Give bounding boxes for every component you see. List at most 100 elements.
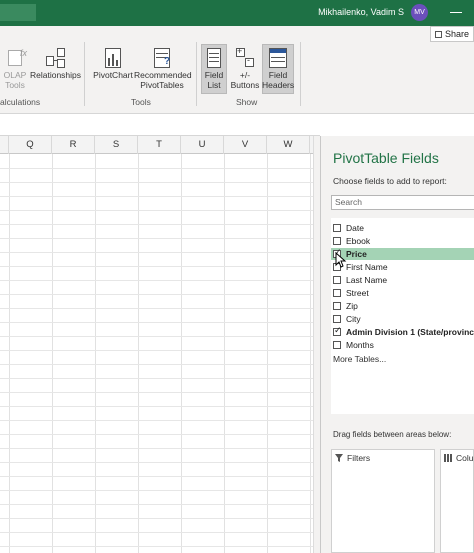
grid-line <box>0 448 313 449</box>
grid-line <box>0 476 313 477</box>
grid-line <box>0 322 313 323</box>
quick-access-area[interactable] <box>0 4 36 21</box>
field-label: Months <box>346 340 374 350</box>
field-list: Date Ebook ✓ Price First Name Last Name … <box>331 218 474 414</box>
field-item-first-name[interactable]: First Name <box>331 261 474 273</box>
olap-tools-label: Tools <box>5 80 25 90</box>
spreadsheet-grid[interactable]: Q R S T U V W <box>0 136 313 553</box>
field-item-last-name[interactable]: Last Name <box>331 274 474 286</box>
field-label: City <box>346 314 361 324</box>
field-search-input[interactable]: Search <box>331 195 474 210</box>
field-list-label-1: Field <box>204 70 224 80</box>
column-header-v[interactable]: V <box>224 136 267 154</box>
columns-area[interactable]: Colu <box>440 449 474 553</box>
column-header-w[interactable]: W <box>267 136 310 154</box>
relationships-button[interactable]: Relationships <box>30 48 82 80</box>
pivotchart-button[interactable]: PivotChart <box>92 48 134 80</box>
share-label: Share <box>445 29 470 39</box>
field-checkbox[interactable] <box>333 237 341 245</box>
field-checkbox[interactable] <box>333 224 341 232</box>
field-headers-button[interactable]: Field Headers <box>262 48 294 90</box>
group-separator <box>84 42 85 106</box>
grid-line <box>0 294 313 295</box>
columns-header: Colu <box>444 453 473 463</box>
title-bar: Mikhailenko, Vadim S MV <box>0 0 474 26</box>
field-checkbox[interactable] <box>333 302 341 310</box>
field-item-street[interactable]: Street <box>331 287 474 299</box>
grid-line <box>0 364 313 365</box>
plus-minus-icon: + - <box>234 46 256 68</box>
column-header-q[interactable]: Q <box>9 136 52 154</box>
grid-line <box>0 350 313 351</box>
grid-line <box>0 462 313 463</box>
pane-subtitle: Choose fields to add to report: <box>333 176 447 186</box>
headers-label-1: Field <box>268 70 288 80</box>
columns-label: Colu <box>456 453 474 463</box>
columns-icon <box>444 454 452 462</box>
buttons-label-2: Buttons <box>230 80 260 90</box>
buttons-label-1: +/- <box>239 70 251 80</box>
grid-line <box>0 182 313 183</box>
plus-minus-buttons-button[interactable]: + - +/- Buttons <box>229 46 261 90</box>
headers-label-2: Headers <box>262 80 295 90</box>
field-item-date[interactable]: Date <box>331 222 474 234</box>
user-avatar[interactable]: MV <box>411 4 428 21</box>
field-label: Last Name <box>346 275 388 285</box>
share-button[interactable]: Share <box>430 26 474 42</box>
grid-line <box>310 154 311 553</box>
grid-line <box>0 266 313 267</box>
column-header-partial[interactable] <box>0 136 9 154</box>
field-label: Ebook <box>346 236 371 246</box>
grid-line <box>224 154 225 553</box>
field-item-admin-division[interactable]: ✓ Admin Division 1 (State/province/o <box>331 325 474 338</box>
grid-line <box>0 238 313 239</box>
field-checkbox[interactable] <box>333 341 341 349</box>
recommended-label-2: PivotTables <box>140 80 184 90</box>
field-item-zip[interactable]: Zip <box>331 300 474 312</box>
column-header-u[interactable]: U <box>181 136 224 154</box>
group-separator <box>300 42 301 106</box>
column-headers: Q R S T U V W <box>0 136 313 154</box>
grid-line <box>0 336 313 337</box>
grid-line <box>95 154 96 553</box>
field-label: Price <box>346 249 367 259</box>
field-item-price[interactable]: ✓ Price <box>331 247 474 260</box>
field-item-months[interactable]: Months <box>331 339 474 351</box>
relationships-icon <box>44 48 66 68</box>
column-header-t[interactable]: T <box>138 136 181 154</box>
field-checkbox[interactable] <box>333 289 341 297</box>
field-item-city[interactable]: City <box>331 313 474 325</box>
pivottable-fields-pane: PivotTable Fields Choose fields to add t… <box>321 136 474 553</box>
filter-icon <box>335 454 343 462</box>
field-checkbox[interactable] <box>333 315 341 323</box>
recommended-label-1: Recommended <box>134 70 192 80</box>
filters-label: Filters <box>347 453 371 463</box>
field-label: Zip <box>346 301 358 311</box>
column-header-r[interactable]: R <box>52 136 95 154</box>
field-checkbox[interactable] <box>333 276 341 284</box>
drag-fields-hint: Drag fields between areas below: <box>333 430 452 439</box>
field-item-ebook[interactable]: Ebook <box>331 235 474 247</box>
filters-area[interactable]: Filters <box>331 449 435 553</box>
grid-line <box>0 546 313 547</box>
field-label: Date <box>346 223 364 233</box>
relationships-label: Relationships <box>30 70 82 80</box>
minimize-icon[interactable] <box>450 12 462 13</box>
user-name[interactable]: Mikhailenko, Vadim S <box>318 7 404 17</box>
grid-line <box>0 420 313 421</box>
grid-line <box>0 518 313 519</box>
grid-line <box>9 154 10 553</box>
olap-tools-button[interactable]: fx OLAP Tools <box>2 48 28 90</box>
grid-line <box>0 378 313 379</box>
pivotchart-label: PivotChart <box>93 70 133 80</box>
recommended-pivottables-button[interactable]: ? Recommended PivotTables <box>134 48 192 90</box>
ribbon: Share fx OLAP Tools Relationships alcula… <box>0 26 474 114</box>
pane-title: PivotTable Fields <box>333 150 439 166</box>
field-list-button[interactable]: Field List <box>201 48 227 90</box>
column-header-s[interactable]: S <box>95 136 138 154</box>
grid-line <box>0 196 313 197</box>
grid-line <box>0 490 313 491</box>
grid-line <box>181 154 182 553</box>
more-tables-link[interactable]: More Tables... <box>333 354 386 364</box>
tools-group-label: Tools <box>131 97 151 107</box>
